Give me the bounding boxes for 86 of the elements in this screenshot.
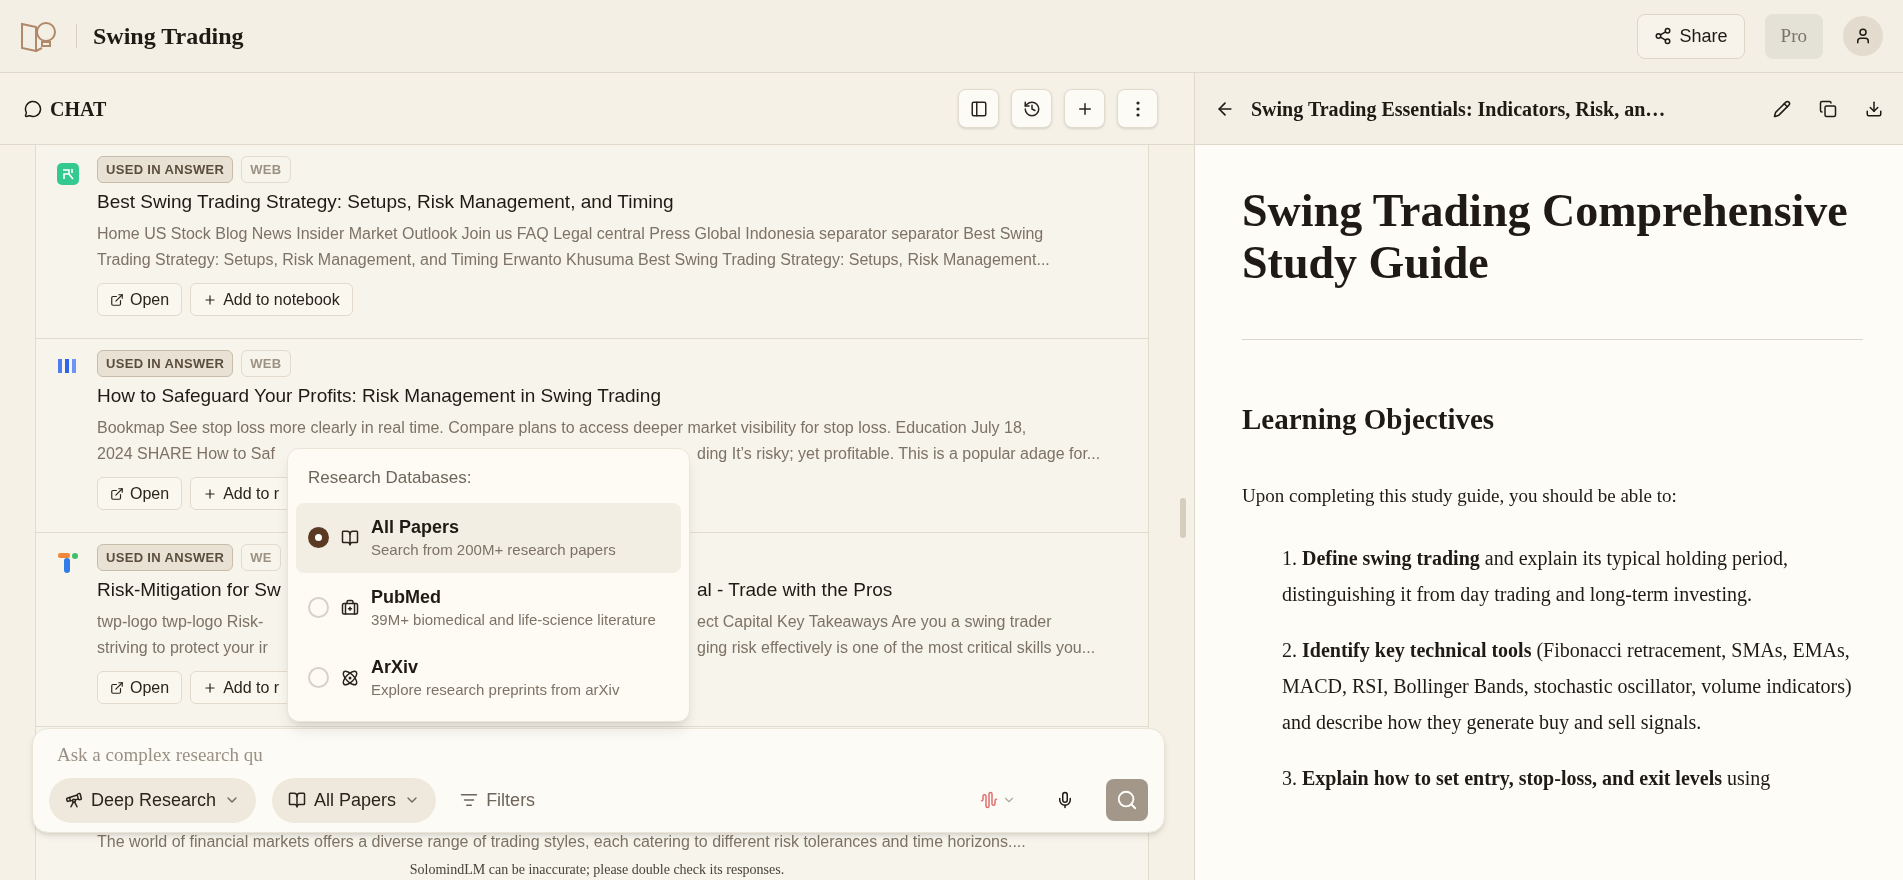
source-summary: The world of financial markets offers a diverse range of trading styles, each catering to different risk tolerances and time horizons.... [97, 832, 1027, 852]
radio-button[interactable] [308, 667, 329, 688]
option-title: ArXiv [371, 655, 420, 679]
option-title: PubMed [371, 585, 442, 609]
history-button[interactable] [1011, 89, 1052, 128]
external-link-icon [110, 486, 124, 501]
source-summary: ging risk effectively is one of the most critical skills you... [697, 638, 1096, 658]
filter-icon [460, 791, 479, 809]
share-button[interactable]: Share [1636, 13, 1745, 59]
source-summary: striving to protect your ir [97, 638, 269, 658]
user-avatar-icon[interactable] [1843, 16, 1883, 56]
plus-icon [203, 292, 218, 307]
voice-mode-selector[interactable] [980, 791, 1016, 809]
notebook-title: Swing Trading [93, 22, 244, 51]
source-title: How to Safeguard Your Profits: Risk Management in Swing Trading [97, 384, 662, 408]
source-summary: ding It’s risky; yet profitable. This is a popular adage for... [697, 444, 1101, 464]
source-summary: Trading Strategy: Setups, Risk Management, and Timing Erwanto Khusuma Best Swing Trading Strategy: Setups, Risk Management... [97, 250, 1051, 270]
bars-logo-icon [57, 357, 79, 375]
database-option[interactable]: ArXiv Explore research preprints from arXiv [296, 642, 681, 713]
download-icon[interactable] [1865, 99, 1883, 118]
open-button[interactable]: Open [97, 283, 183, 316]
book-icon [341, 528, 359, 547]
t-logo-icon [57, 551, 79, 575]
source-type-badge: WEB [241, 156, 291, 183]
share-icon [1653, 27, 1672, 45]
option-title: All Papers [371, 515, 461, 539]
new-chat-button[interactable] [1064, 89, 1105, 128]
document-header-title: Swing Trading Essentials: Indicators, Risk, an… [1251, 96, 1666, 123]
radio-button[interactable] [308, 597, 329, 618]
source-type-badge: WEB [241, 350, 291, 377]
menu-title: Research Databases: [307, 467, 473, 489]
option-description: 39M+ biomedical and life-science literature [371, 609, 656, 630]
sidebar-toggle-button[interactable] [958, 89, 999, 128]
pro-button[interactable]: Pro [1764, 13, 1823, 59]
intro-paragraph: Upon completing this study guide, you should be able to: [1242, 483, 1678, 508]
square-logo-icon [57, 163, 79, 185]
source-title: al - Trade with the Pros [697, 578, 893, 602]
medical-kit-icon [341, 598, 359, 617]
option-description: Explore research preprints from arXiv [371, 679, 620, 700]
source-summary: Home US Stock Blog News Insider Market Outlook Join us FAQ Legal central Press Global Indonesia separator separator Best Swing [97, 224, 1045, 244]
search-icon [1116, 789, 1138, 811]
add-to-notebook-button[interactable]: Add to notebook [190, 283, 353, 316]
panel-icon [969, 99, 988, 118]
source-summary: 2024 SHARE How to Saf [97, 444, 276, 464]
external-link-icon [110, 680, 124, 695]
used-in-answer-badge: USED IN ANSWER [97, 350, 234, 377]
waveform-icon [980, 791, 998, 809]
filters-button[interactable]: Filters [452, 777, 544, 823]
option-description: Search from 200M+ research papers [371, 539, 616, 560]
used-in-answer-badge: USED IN ANSWER [97, 544, 234, 571]
search-button[interactable] [1106, 779, 1148, 821]
radio-button[interactable] [308, 527, 329, 548]
source-title: Best Swing Trading Strategy: Setups, Risk Management, and Timing [97, 190, 675, 214]
open-button[interactable]: Open [97, 477, 183, 510]
external-link-icon [110, 292, 124, 307]
deep-research-selector[interactable]: Deep Research [49, 777, 257, 823]
objective-item: 1. Define swing trading and explain its typical holding period, distinguishing it from day trading and long-term investing. [1282, 546, 1790, 608]
disclaimer-text: SolomindLM can be inaccurate; please double check its responses. [409, 862, 785, 878]
database-option[interactable]: PubMed 39M+ biomedical and life-science literature [296, 572, 681, 643]
chat-icon [24, 99, 42, 118]
copy-icon[interactable] [1819, 99, 1837, 118]
plus-icon [203, 680, 218, 695]
telescope-icon [65, 791, 83, 809]
objective-item: 2. Identify key technical tools (Fibonacci retracement, SMAs, EMAs, MACD, RSI, Bollinger Bands, stochastic oscillator, volume indicators) and describe how they generate buy and sell signals. [1282, 638, 1853, 736]
source-summary: Bookmap See stop loss more clearly in real time. Compare plans to access deeper market visibility for stop loss. Education July 18, [97, 418, 1028, 438]
resize-handle[interactable] [1180, 498, 1186, 538]
vertical-dots-icon [1135, 100, 1140, 117]
book-icon [288, 791, 307, 809]
history-icon [1022, 99, 1041, 118]
chat-panel-title: CHAT [50, 96, 107, 122]
microphone-icon[interactable] [1056, 791, 1074, 809]
source-summary: twp-logo twp-logo Risk- [97, 612, 265, 632]
source-title: Risk-Mitigation for Sw [97, 578, 282, 602]
objective-item: 3. Explain how to set entry, stop-loss, and exit levels using [1282, 766, 1772, 792]
database-option[interactable]: All Papers Search from 200M+ research papers [296, 502, 681, 573]
database-selector[interactable]: All Papers [272, 777, 437, 823]
query-input[interactable]: Ask a complex research qu [49, 741, 309, 770]
atom-icon [341, 668, 359, 687]
document-title: Swing Trading Comprehensive Study Guide [1242, 185, 1849, 289]
used-in-answer-badge: USED IN ANSWER [97, 156, 234, 183]
plus-icon [203, 486, 218, 501]
open-button[interactable]: Open [97, 671, 183, 704]
source-type-badge: WE [241, 544, 281, 571]
source-summary: ect Capital Key Takeaways Are you a swing trader [697, 612, 1052, 632]
section-heading: Learning Objectives [1242, 402, 1496, 437]
edit-icon[interactable] [1773, 99, 1791, 118]
